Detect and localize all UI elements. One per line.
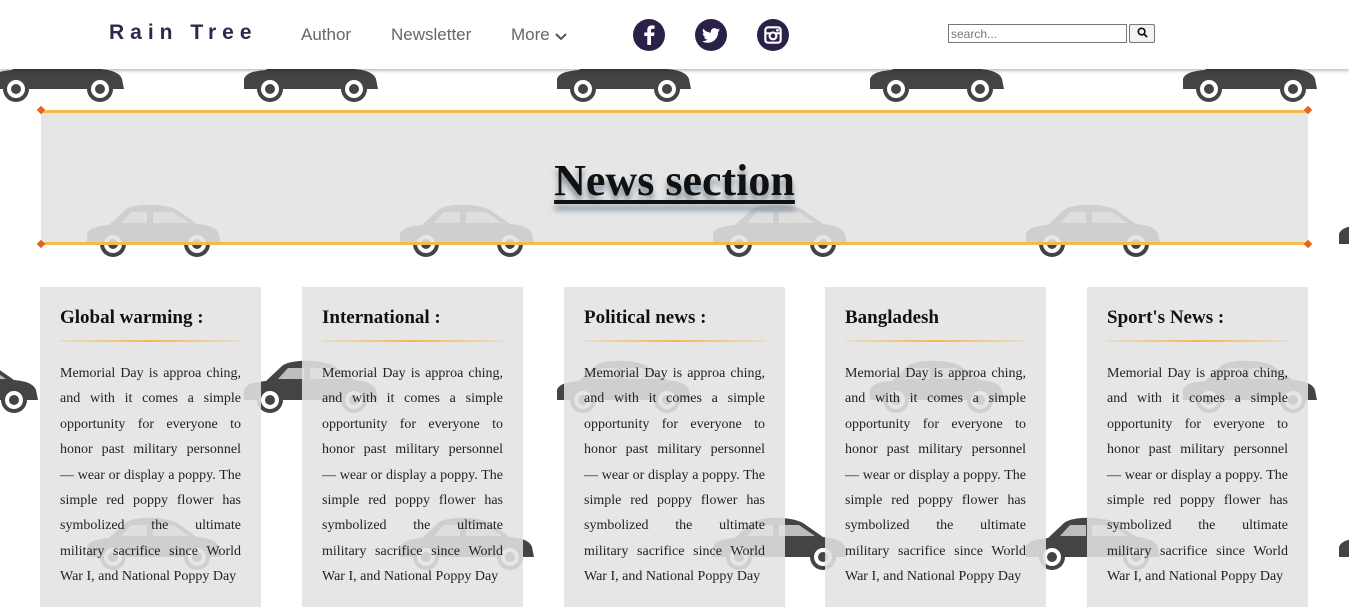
nav-link-newsletter[interactable]: Newsletter xyxy=(391,25,471,45)
card-title[interactable]: International : xyxy=(322,307,503,329)
nav-link-author[interactable]: Author xyxy=(301,25,351,45)
card-title[interactable]: Political news : xyxy=(584,307,765,329)
news-card-sports[interactable]: Sport's News : Memorial Day is approa ch… xyxy=(1087,287,1308,607)
card-divider xyxy=(845,340,1026,342)
top-navbar: Rain Tree Author Newsletter More xyxy=(0,0,1349,69)
card-divider xyxy=(1107,340,1288,342)
news-card-bangladesh[interactable]: Bangladesh Memorial Day is approa ching,… xyxy=(825,287,1046,607)
search-input[interactable] xyxy=(948,24,1127,43)
card-title[interactable]: Global warming : xyxy=(60,307,241,329)
card-body: Memorial Day is approa ching, and with i… xyxy=(845,366,1026,585)
nav-more-label: More xyxy=(511,25,550,44)
news-card-international[interactable]: International : Memorial Day is approa c… xyxy=(302,287,523,607)
search-icon xyxy=(1136,26,1148,41)
instagram-icon[interactable] xyxy=(757,19,789,51)
card-title[interactable]: Bangladesh xyxy=(845,307,1026,329)
twitter-icon[interactable] xyxy=(695,19,727,51)
card-divider xyxy=(584,340,765,342)
card-body: Memorial Day is approa ching, and with i… xyxy=(584,366,765,585)
card-body: Memorial Day is approa ching, and with i… xyxy=(1107,366,1288,585)
brand-logo[interactable]: Rain Tree xyxy=(109,21,258,45)
news-card-global-warming[interactable]: Global warming : Memorial Day is approa … xyxy=(40,287,261,607)
card-divider xyxy=(322,340,503,342)
news-card-political[interactable]: Political news : Memorial Day is approa … xyxy=(564,287,785,607)
card-body: Memorial Day is approa ching, and with i… xyxy=(60,366,241,585)
card-title[interactable]: Sport's News : xyxy=(1107,307,1288,329)
page-title: News section xyxy=(554,156,795,205)
card-divider xyxy=(60,340,241,342)
search-button[interactable] xyxy=(1129,24,1155,43)
nav-dropdown-more[interactable]: More xyxy=(511,25,567,46)
hero-banner: News section xyxy=(41,110,1308,245)
chevron-down-icon xyxy=(555,26,567,46)
facebook-icon[interactable] xyxy=(633,19,665,51)
card-body: Memorial Day is approa ching, and with i… xyxy=(322,366,503,585)
